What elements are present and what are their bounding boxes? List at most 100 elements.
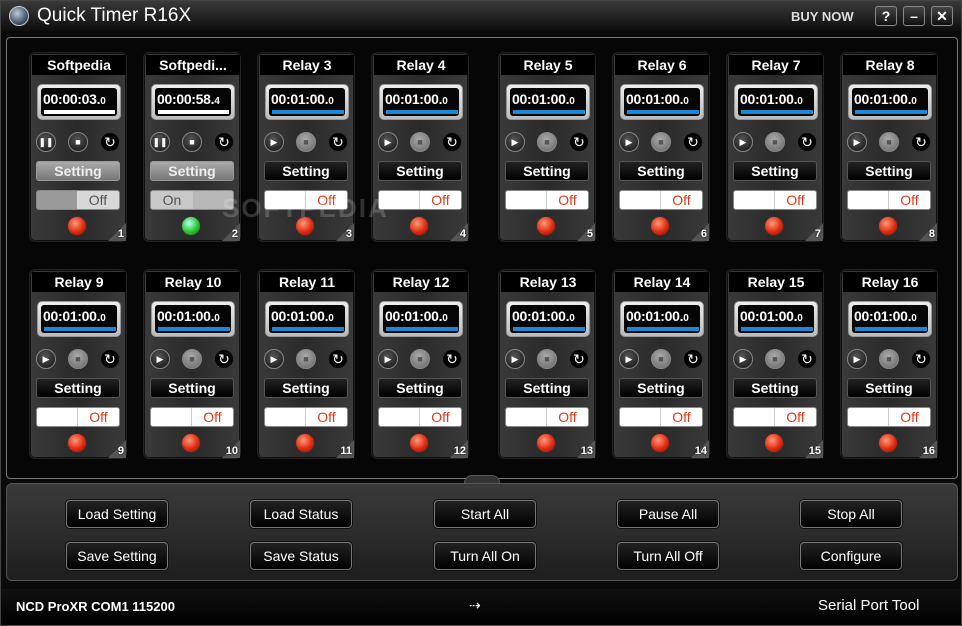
stop-icon[interactable]: ■: [879, 349, 899, 369]
reset-icon[interactable]: ↻: [683, 349, 703, 369]
setting-button[interactable]: Setting: [36, 378, 120, 398]
relay-title[interactable]: Relay 4: [374, 55, 468, 75]
relay-switch[interactable]: Off: [378, 407, 462, 427]
relay-switch[interactable]: Off: [847, 407, 931, 427]
setting-button[interactable]: Setting: [847, 378, 931, 398]
pause-icon[interactable]: ❚❚: [150, 132, 170, 152]
arrow-right-icon[interactable]: ⇢: [469, 597, 481, 614]
setting-button[interactable]: Setting: [150, 378, 234, 398]
reset-icon[interactable]: ↻: [214, 132, 234, 152]
setting-button[interactable]: Setting: [378, 378, 462, 398]
stop-icon[interactable]: ■: [651, 132, 671, 152]
relay-title[interactable]: Relay 10: [146, 272, 240, 292]
relay-title[interactable]: Softpedi...: [146, 55, 240, 75]
play-icon[interactable]: ▶: [847, 132, 867, 152]
reset-icon[interactable]: ↻: [328, 132, 348, 152]
stop-icon[interactable]: ■: [651, 349, 671, 369]
relay-switch[interactable]: Off: [847, 190, 931, 210]
play-icon[interactable]: ▶: [733, 349, 753, 369]
play-icon[interactable]: ▶: [847, 349, 867, 369]
relay-title[interactable]: Relay 11: [260, 272, 354, 292]
load-setting-button[interactable]: Load Setting: [66, 500, 168, 528]
play-icon[interactable]: ▶: [378, 132, 398, 152]
save-status-button[interactable]: Save Status: [250, 542, 352, 570]
reset-icon[interactable]: ↻: [911, 349, 931, 369]
relay-title[interactable]: Relay 13: [501, 272, 595, 292]
play-icon[interactable]: ▶: [619, 349, 639, 369]
setting-button[interactable]: Setting: [36, 161, 120, 181]
relay-title[interactable]: Relay 16: [843, 272, 937, 292]
relay-title[interactable]: Softpedia: [32, 55, 126, 75]
relay-title[interactable]: Relay 3: [260, 55, 354, 75]
turn-all-on-button[interactable]: Turn All On: [434, 542, 536, 570]
buy-now-link[interactable]: BUY NOW: [791, 9, 854, 24]
relay-switch[interactable]: Off: [36, 407, 120, 427]
setting-button[interactable]: Setting: [505, 378, 589, 398]
relay-switch[interactable]: Off: [733, 190, 817, 210]
setting-button[interactable]: Setting: [150, 161, 234, 181]
relay-title[interactable]: Relay 7: [729, 55, 823, 75]
stop-all-button[interactable]: Stop All: [800, 500, 902, 528]
start-all-button[interactable]: Start All: [434, 500, 536, 528]
relay-switch[interactable]: Off: [505, 407, 589, 427]
stop-icon[interactable]: ■: [410, 349, 430, 369]
relay-title[interactable]: Relay 14: [615, 272, 709, 292]
relay-switch[interactable]: Off: [264, 407, 348, 427]
reset-icon[interactable]: ↻: [442, 132, 462, 152]
close-button[interactable]: ✕: [931, 6, 953, 26]
minimize-button[interactable]: –: [903, 6, 925, 26]
relay-switch[interactable]: Off: [150, 407, 234, 427]
stop-icon[interactable]: ■: [68, 132, 88, 152]
relay-title[interactable]: Relay 15: [729, 272, 823, 292]
reset-icon[interactable]: ↻: [442, 349, 462, 369]
help-button[interactable]: ?: [875, 6, 897, 26]
reset-icon[interactable]: ↻: [569, 349, 589, 369]
serial-port-tool-link[interactable]: Serial Port Tool: [818, 597, 919, 614]
relay-switch[interactable]: Off: [36, 190, 120, 210]
setting-button[interactable]: Setting: [619, 161, 703, 181]
play-icon[interactable]: ▶: [733, 132, 753, 152]
relay-title[interactable]: Relay 12: [374, 272, 468, 292]
reset-icon[interactable]: ↻: [683, 132, 703, 152]
relay-switch[interactable]: Off: [619, 190, 703, 210]
relay-title[interactable]: Relay 5: [501, 55, 595, 75]
play-icon[interactable]: ▶: [619, 132, 639, 152]
setting-button[interactable]: Setting: [264, 161, 348, 181]
reset-icon[interactable]: ↻: [328, 349, 348, 369]
reset-icon[interactable]: ↻: [214, 349, 234, 369]
reset-icon[interactable]: ↻: [100, 349, 120, 369]
play-icon[interactable]: ▶: [264, 349, 284, 369]
turn-all-off-button[interactable]: Turn All Off: [617, 542, 719, 570]
reset-icon[interactable]: ↻: [797, 349, 817, 369]
setting-button[interactable]: Setting: [733, 378, 817, 398]
relay-title[interactable]: Relay 9: [32, 272, 126, 292]
pause-icon[interactable]: ❚❚: [36, 132, 56, 152]
configure-button[interactable]: Configure: [800, 542, 902, 570]
play-icon[interactable]: ▶: [505, 132, 525, 152]
pause-all-button[interactable]: Pause All: [617, 500, 719, 528]
stop-icon[interactable]: ■: [765, 132, 785, 152]
play-icon[interactable]: ▶: [378, 349, 398, 369]
setting-button[interactable]: Setting: [505, 161, 589, 181]
setting-button[interactable]: Setting: [264, 378, 348, 398]
setting-button[interactable]: Setting: [378, 161, 462, 181]
relay-title[interactable]: Relay 8: [843, 55, 937, 75]
stop-icon[interactable]: ■: [182, 349, 202, 369]
relay-title[interactable]: Relay 6: [615, 55, 709, 75]
stop-icon[interactable]: ■: [296, 349, 316, 369]
reset-icon[interactable]: ↻: [911, 132, 931, 152]
save-setting-button[interactable]: Save Setting: [66, 542, 168, 570]
stop-icon[interactable]: ■: [182, 132, 202, 152]
play-icon[interactable]: ▶: [505, 349, 525, 369]
play-icon[interactable]: ▶: [264, 132, 284, 152]
relay-switch[interactable]: On: [150, 190, 234, 210]
setting-button[interactable]: Setting: [847, 161, 931, 181]
relay-switch[interactable]: Off: [264, 190, 348, 210]
play-icon[interactable]: ▶: [36, 349, 56, 369]
play-icon[interactable]: ▶: [150, 349, 170, 369]
relay-switch[interactable]: Off: [378, 190, 462, 210]
stop-icon[interactable]: ■: [537, 349, 557, 369]
reset-icon[interactable]: ↻: [569, 132, 589, 152]
reset-icon[interactable]: ↻: [100, 132, 120, 152]
stop-icon[interactable]: ■: [879, 132, 899, 152]
